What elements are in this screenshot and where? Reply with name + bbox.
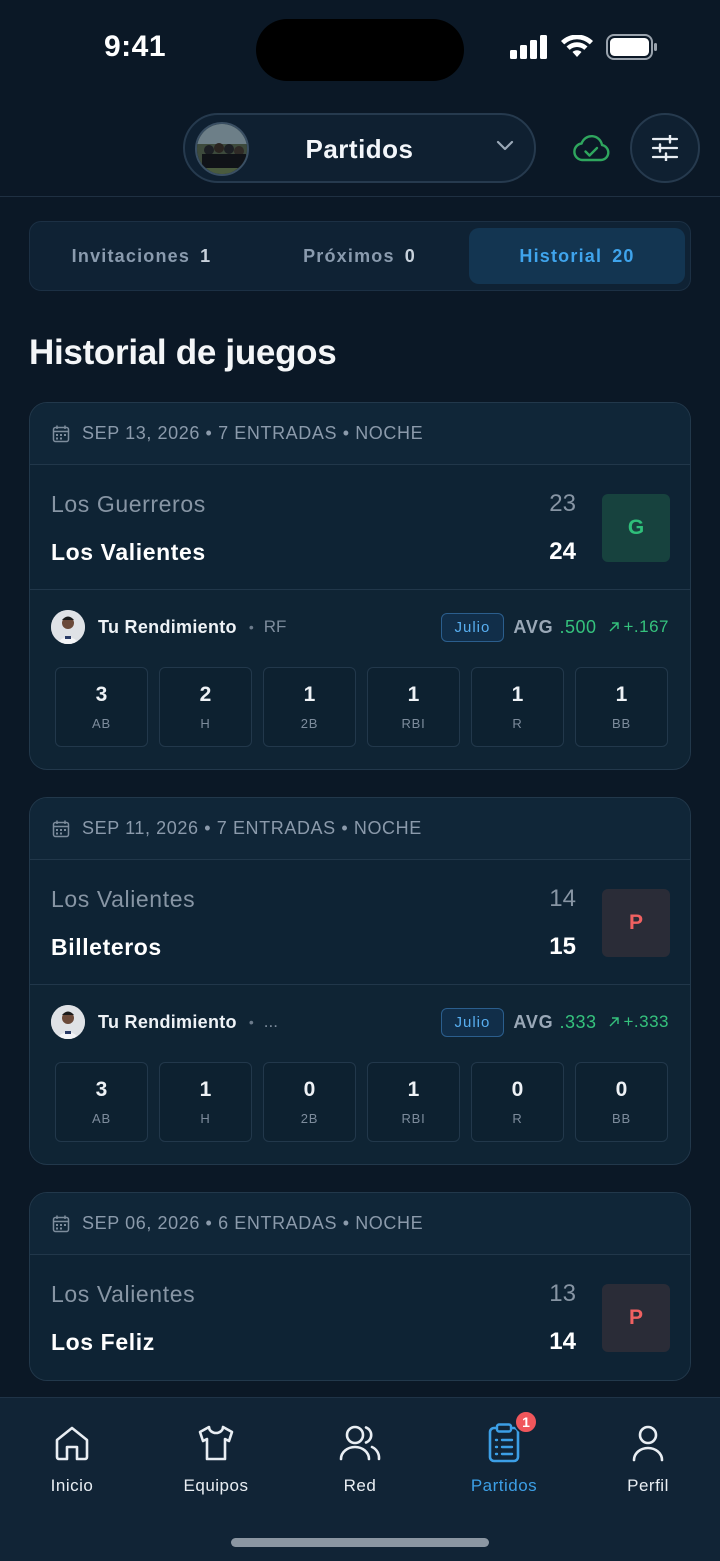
stat-2b: 0 2B xyxy=(263,1062,356,1142)
stat-rbi: 1 RBI xyxy=(367,1062,460,1142)
cloud-synced-icon[interactable] xyxy=(571,134,611,164)
nav-equipos[interactable]: Equipos xyxy=(156,1422,276,1496)
avg-value: .333 xyxy=(559,1011,597,1032)
battery-icon xyxy=(606,34,657,60)
game-card-header: SEP 06, 2026 • 6 ENTRADAS • NOCHE xyxy=(30,1193,690,1255)
bottom-nav: Inicio Equipos Red 1 Partidos Perfil xyxy=(0,1397,720,1561)
performance-label: Tu Rendimiento xyxy=(98,1011,237,1032)
home-team-name: Billeteros xyxy=(51,934,162,960)
separator-dot: • xyxy=(248,619,254,635)
home-icon xyxy=(55,1426,89,1461)
player-position: RF xyxy=(263,617,287,636)
nav-perfil[interactable]: Perfil xyxy=(588,1422,708,1496)
chevron-down-icon xyxy=(496,140,514,151)
game-score: Los Valientes 14 Billeteros 15 P xyxy=(30,860,690,985)
game-score: Los Valientes 13 Los Feliz 14 P xyxy=(30,1255,690,1380)
filter-settings-button[interactable] xyxy=(630,113,700,183)
home-team-runs: 24 xyxy=(549,538,576,565)
avg-delta: +.167 xyxy=(608,617,669,637)
user-icon xyxy=(632,1425,664,1462)
nav-partidos[interactable]: 1 Partidos xyxy=(444,1410,564,1496)
tab-proximos[interactable]: Próximos 0 xyxy=(252,228,467,284)
away-team-name: Los Guerreros xyxy=(51,491,206,517)
stat-ab: 3 AB xyxy=(55,667,148,747)
notification-badge: 1 xyxy=(514,1410,538,1434)
game-card[interactable]: SEP 13, 2026 • 7 ENTRADAS • NOCHE Los Gu… xyxy=(29,402,691,770)
home-team-runs: 14 xyxy=(549,1328,576,1355)
home-team-name: Los Valientes xyxy=(51,539,206,565)
result-badge: G xyxy=(602,494,670,562)
signal-icon xyxy=(510,35,547,59)
game-score: Los Guerreros 23 Los Valientes 24 G xyxy=(30,465,690,590)
away-team-runs: 23 xyxy=(549,490,576,517)
shirt-icon xyxy=(198,1425,234,1461)
status-time: 9:41 xyxy=(104,30,167,63)
nav-inicio[interactable]: Inicio xyxy=(12,1422,132,1496)
game-date: SEP 06, 2026 • 6 ENTRADAS • NOCHE xyxy=(82,1213,424,1233)
month-badge: Julio xyxy=(440,1007,505,1037)
calendar-icon xyxy=(52,820,70,837)
month-badge: Julio xyxy=(440,612,505,642)
player-avatar xyxy=(51,1005,85,1039)
game-date: SEP 11, 2026 • 7 ENTRADAS • NOCHE xyxy=(82,818,422,838)
home-team-runs: 15 xyxy=(549,933,576,960)
away-team-name: Los Valientes xyxy=(51,1281,196,1307)
sliders-icon xyxy=(651,135,679,161)
page-title: Partidos xyxy=(305,134,414,164)
away-team-runs: 13 xyxy=(549,1280,576,1307)
tab-invitaciones[interactable]: Invitaciones 1 xyxy=(36,228,247,284)
home-team-name: Los Feliz xyxy=(51,1329,155,1355)
separator-dot: • xyxy=(248,1014,254,1030)
game-card[interactable]: SEP 06, 2026 • 6 ENTRADAS • NOCHE Los Va… xyxy=(29,1192,691,1381)
result-badge: P xyxy=(602,889,670,957)
performance-section: Tu Rendimiento • ... Julio AVG .333 +.33… xyxy=(30,985,690,1163)
home-indicator[interactable] xyxy=(231,1538,489,1547)
stat-rbi: 1 RBI xyxy=(367,667,460,747)
tab-historial[interactable]: Historial 20 xyxy=(469,228,685,284)
result-badge: P xyxy=(602,1284,670,1352)
avg-delta: +.333 xyxy=(608,1012,669,1032)
stat-r: 1R xyxy=(471,667,564,747)
calendar-icon xyxy=(52,1215,70,1232)
away-team-name: Los Valientes xyxy=(51,886,196,912)
player-position: ... xyxy=(263,1012,278,1031)
stat-r: 0R xyxy=(471,1062,564,1142)
section-title: Historial de juegos xyxy=(29,333,337,372)
stat-h: 2H xyxy=(159,667,252,747)
users-icon xyxy=(339,1425,381,1461)
status-bar: 9:41 xyxy=(0,0,720,100)
status-icons xyxy=(510,34,658,60)
stat-2b: 1 2B xyxy=(263,667,356,747)
segmented-tabs: Invitaciones 1 Próximos 0 Historial 20 xyxy=(29,221,691,291)
wifi-icon xyxy=(561,35,593,57)
dynamic-island xyxy=(256,19,464,81)
performance-label: Tu Rendimiento xyxy=(98,616,237,637)
stat-grid: 3 AB 1H 0 2B 1 RBI 0R 0 BB xyxy=(55,1062,668,1142)
performance-section: Tu Rendimiento • RF Julio AVG .500 +.167… xyxy=(30,590,690,768)
avg-label: AVG xyxy=(513,616,554,637)
team-selector[interactable]: Partidos xyxy=(183,113,536,183)
calendar-icon xyxy=(52,425,70,442)
trend-up-icon xyxy=(609,622,620,632)
game-card[interactable]: SEP 11, 2026 • 7 ENTRADAS • NOCHE Los Va… xyxy=(29,797,691,1165)
nav-red[interactable]: Red xyxy=(300,1422,420,1496)
game-date: SEP 13, 2026 • 7 ENTRADAS • NOCHE xyxy=(82,423,424,443)
away-team-runs: 14 xyxy=(549,885,576,912)
trend-up-icon xyxy=(609,1017,620,1027)
avg-label: AVG xyxy=(513,1011,554,1032)
stat-grid: 3 AB 2H 1 2B 1 RBI 1R 1 BB xyxy=(55,667,668,747)
avg-value: .500 xyxy=(559,616,597,637)
stat-bb: 0 BB xyxy=(575,1062,668,1142)
player-avatar xyxy=(51,610,85,644)
game-card-header: SEP 13, 2026 • 7 ENTRADAS • NOCHE xyxy=(30,403,690,465)
stat-bb: 1 BB xyxy=(575,667,668,747)
stat-ab: 3 AB xyxy=(55,1062,148,1142)
stat-h: 1H xyxy=(159,1062,252,1142)
header: Partidos xyxy=(0,100,720,197)
game-card-header: SEP 11, 2026 • 7 ENTRADAS • NOCHE xyxy=(30,798,690,860)
